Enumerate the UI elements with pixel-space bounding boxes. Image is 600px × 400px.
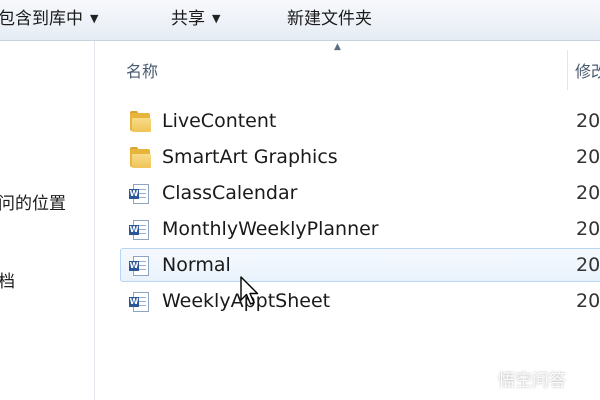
mouse-pointer-icon xyxy=(240,276,259,305)
include-in-library-button[interactable]: 包含到库中 ▼ xyxy=(0,6,98,32)
share-button[interactable]: 共享 ▼ xyxy=(171,6,220,32)
sort-ascending-icon: ▲ xyxy=(334,42,341,52)
word-document-icon: W xyxy=(129,292,151,312)
folder-icon xyxy=(129,147,151,168)
navigation-pane: 问的位置 档 xyxy=(0,41,95,400)
file-date-modified: 20 xyxy=(576,254,600,276)
file-name: MonthlyWeeklyPlanner xyxy=(162,218,379,240)
folder-icon xyxy=(129,111,151,132)
file-row[interactable]: W MonthlyWeeklyPlanner 20 xyxy=(120,212,600,246)
file-name: ClassCalendar xyxy=(162,182,298,204)
file-name: Normal xyxy=(162,254,231,276)
file-date-modified: 20 xyxy=(576,146,600,168)
file-date-modified: 20 xyxy=(576,290,600,312)
folder-row[interactable]: LiveContent 20 xyxy=(120,104,600,138)
share-label: 共享 xyxy=(171,9,205,29)
include-in-library-label: 包含到库中 xyxy=(0,9,83,29)
file-date-modified: 20 xyxy=(576,218,600,240)
folder-row[interactable]: SmartArt Graphics 20 xyxy=(120,140,600,174)
file-name: LiveContent xyxy=(162,110,277,132)
word-document-icon: W xyxy=(129,184,151,204)
word-document-icon: W xyxy=(129,256,151,276)
chevron-down-icon: ▼ xyxy=(212,12,221,25)
nav-item-documents[interactable]: 档 xyxy=(0,267,15,292)
watermark: 悟空问答 xyxy=(476,366,566,391)
file-name: SmartArt Graphics xyxy=(162,146,338,168)
chevron-down-icon: ▼ xyxy=(90,12,99,25)
word-document-icon: W xyxy=(129,220,151,240)
new-folder-label: 新建文件夹 xyxy=(287,9,372,29)
file-row[interactable]: W ClassCalendar 20 xyxy=(120,176,600,210)
nav-item-recent-places[interactable]: 问的位置 xyxy=(0,189,66,214)
watermark-text: 悟空问答 xyxy=(498,371,566,391)
file-row[interactable]: W Normal 20 xyxy=(120,248,600,282)
column-header-date-modified[interactable]: 修改 xyxy=(575,58,600,82)
watermark-logo-icon xyxy=(476,371,494,389)
column-divider[interactable] xyxy=(567,50,568,90)
new-folder-button[interactable]: 新建文件夹 xyxy=(287,6,372,32)
file-row[interactable]: W WeeklyApptSheet 20 xyxy=(120,284,600,318)
file-date-modified: 20 xyxy=(576,182,600,204)
column-header-name[interactable]: 名称 xyxy=(126,58,158,82)
command-bar: 包含到库中 ▼ 共享 ▼ 新建文件夹 xyxy=(0,0,600,41)
file-date-modified: 20 xyxy=(576,110,600,132)
